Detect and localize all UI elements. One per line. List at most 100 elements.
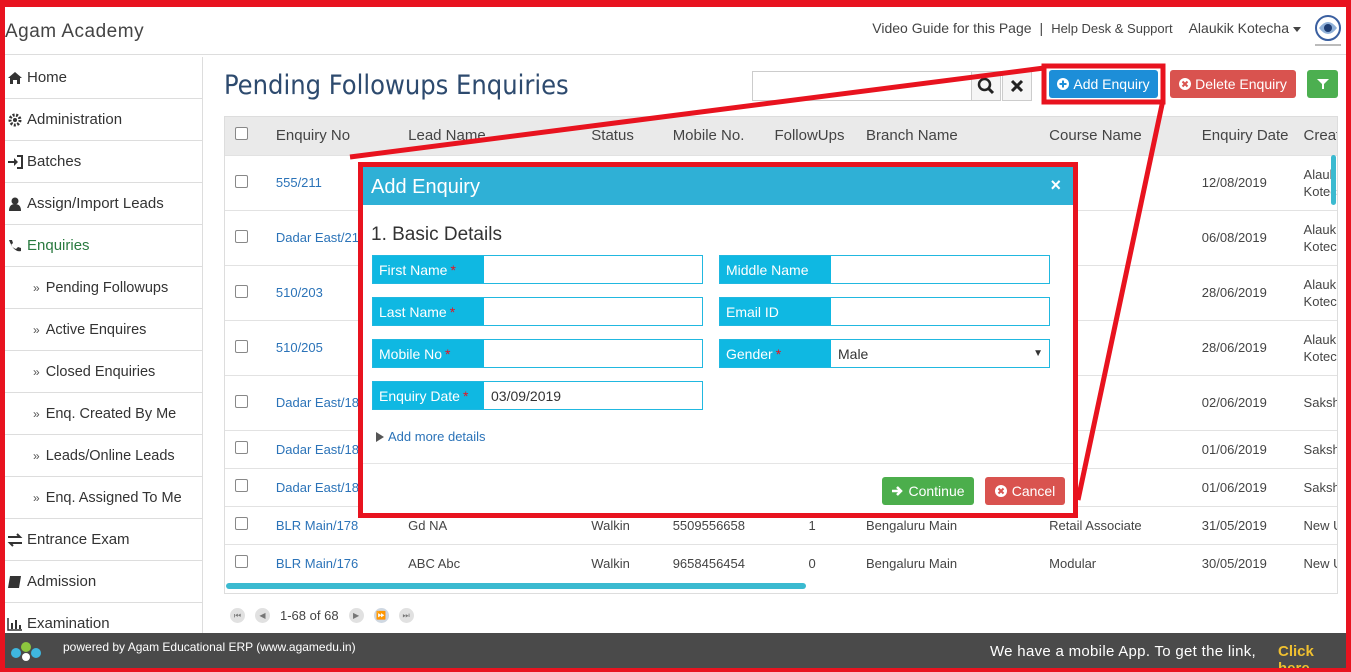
caret-right-icon	[376, 431, 384, 442]
brand-name[interactable]: Agam Academy	[5, 21, 144, 43]
enquiry-date-field[interactable]: Enquiry Date * 03/09/2019	[372, 381, 703, 410]
search-button[interactable]	[971, 71, 1001, 101]
last-name-field[interactable]: Last Name *	[372, 297, 703, 326]
sidebar-item-label: Examination	[27, 615, 110, 632]
horizontal-scrollbar[interactable]	[226, 583, 806, 589]
row-checkbox[interactable]	[235, 229, 248, 243]
sidebar-subitem-enq-created-by-me[interactable]: » Enq. Created By Me	[0, 393, 202, 435]
sidebar-item-enquiries[interactable]: Enquiries	[0, 225, 202, 267]
bar-chart-icon	[7, 617, 22, 631]
video-guide-link[interactable]: Video Guide for this Page	[872, 20, 1031, 36]
sidebar-subitem-closed-enquiries[interactable]: » Closed Enquiries	[0, 351, 202, 393]
mobile-field[interactable]: Mobile No *	[372, 339, 703, 368]
page-range: 1-68 of 68	[280, 608, 339, 623]
field-label: Email ID	[720, 298, 831, 325]
footer: powered by Agam Educational ERP (www.aga…	[0, 633, 1351, 672]
field-label: Last Name *	[373, 298, 484, 325]
column-header[interactable]: Branch Name	[866, 117, 1049, 155]
help-desk-link[interactable]: Help Desk & Support	[1051, 21, 1172, 36]
last-name-input[interactable]	[484, 298, 702, 325]
phone-icon	[9, 239, 21, 251]
sidebar-item-examination[interactable]: Examination	[0, 603, 202, 633]
sidebar-item-label: Admission	[27, 573, 97, 590]
vertical-scrollbar[interactable]	[1331, 155, 1336, 205]
sidebar-item-administration[interactable]: Administration	[0, 99, 202, 141]
column-header[interactable]: Lead Name	[408, 117, 591, 155]
enquiry-date-cell: 02/06/2019	[1201, 374, 1304, 430]
column-header[interactable]: Mobile No.	[673, 117, 775, 155]
field-label: Mobile No *	[373, 340, 484, 367]
row-checkbox[interactable]	[235, 479, 248, 492]
sidebar-item-batches[interactable]: Batches	[0, 141, 202, 183]
sidebar-subitem-leads-online-leads[interactable]: » Leads/Online Leads	[0, 435, 202, 477]
row-checkbox[interactable]	[235, 441, 248, 454]
status-cell: Walkin	[591, 543, 673, 582]
fast-forward-icon[interactable]: ⏩	[373, 608, 389, 623]
column-header[interactable]: FollowUps	[774, 117, 866, 155]
dropdown-arrow-icon: ▼	[1033, 348, 1043, 359]
click-here-link[interactable]: Click here.	[1278, 643, 1351, 672]
email-input[interactable]	[831, 298, 1049, 325]
first-name-input[interactable]	[484, 256, 702, 283]
mobile-input[interactable]	[484, 340, 702, 367]
exchange-icon	[7, 532, 23, 547]
close-icon[interactable]: ×	[1050, 175, 1061, 196]
email-field[interactable]: Email ID	[719, 297, 1050, 326]
enquiry-date-input[interactable]: 03/09/2019	[484, 382, 702, 409]
search-input[interactable]	[752, 71, 972, 101]
cancel-button[interactable]: Cancel	[985, 477, 1065, 505]
select-all-checkbox[interactable]	[235, 127, 248, 141]
row-checkbox[interactable]	[235, 394, 248, 408]
sidebar: Home Administration Batches Assign/Impor…	[0, 57, 203, 633]
table-row[interactable]: BLR Main/176 ABC Abc Walkin 9658456454 0 Beng…	[225, 543, 1337, 582]
column-header[interactable]: Enquiry Date	[1202, 117, 1304, 155]
gender-select[interactable]: Male ▼	[831, 340, 1049, 367]
first-name-field[interactable]: First Name *	[372, 255, 703, 284]
continue-button[interactable]: Continue	[882, 477, 974, 505]
row-checkbox[interactable]	[235, 339, 248, 353]
delete-enquiry-button[interactable]: Delete Enquiry	[1170, 70, 1296, 98]
first-page-icon[interactable]: ⏮	[230, 608, 245, 623]
middle-name-field[interactable]: Middle Name	[719, 255, 1050, 284]
column-header[interactable]: Course Name	[1049, 117, 1202, 155]
row-checkbox[interactable]	[235, 555, 248, 569]
checkbox-cell	[225, 319, 276, 375]
add-enquiry-button[interactable]: Add Enquiry	[1049, 70, 1158, 98]
sidebar-subitem-pending-followups[interactable]: » Pending Followups	[0, 267, 202, 309]
field-label: Enquiry Date *	[373, 382, 484, 409]
row-checkbox[interactable]	[235, 517, 248, 530]
gender-field[interactable]: Gender * Male ▼	[719, 339, 1050, 368]
mobile-app-text: We have a mobile App. To get the link,	[990, 643, 1257, 660]
created-by-cell: Sakshi Dh	[1303, 429, 1337, 468]
sidebar-subitem-active-enquires[interactable]: » Active Enquires	[0, 309, 202, 351]
enquiry-no-link[interactable]: BLR Main/176	[275, 543, 409, 582]
sidebar-item-home[interactable]: Home	[0, 57, 202, 99]
middle-name-input[interactable]	[831, 256, 1049, 283]
powered-by-text[interactable]: powered by Agam Educational ERP (www.aga…	[63, 640, 356, 654]
add-more-details-toggle[interactable]: Add more details	[376, 429, 486, 444]
column-header[interactable]: Status	[591, 117, 672, 155]
user-icon	[9, 197, 21, 211]
sidebar-item-assign-import-leads[interactable]: Assign/Import Leads	[0, 183, 202, 225]
mobile-cell: 9658456454	[672, 543, 775, 582]
search-icon	[977, 77, 995, 95]
created-by-cell: Sakshi Dh	[1303, 374, 1337, 430]
filter-button[interactable]	[1307, 70, 1338, 98]
row-checkbox[interactable]	[235, 284, 248, 298]
sidebar-item-admission[interactable]: Admission	[0, 561, 202, 603]
add-enquiry-modal: Add Enquiry × 1. Basic Details First Nam…	[358, 162, 1078, 518]
last-page-icon[interactable]: ⏭	[398, 608, 414, 623]
checkbox-cell	[225, 374, 276, 430]
row-checkbox[interactable]	[235, 174, 248, 188]
next-page-icon[interactable]: ▶	[348, 608, 364, 623]
double-chevron-icon: »	[33, 490, 40, 505]
clear-search-button[interactable]	[1002, 71, 1032, 101]
enquiry-date-cell: 01/06/2019	[1201, 429, 1304, 468]
sidebar-item-entrance-exam[interactable]: Entrance Exam	[0, 519, 202, 561]
created-by-cell: Sakshi Dh	[1303, 467, 1337, 506]
sidebar-subitem-enq-assigned-to-me[interactable]: » Enq. Assigned To Me	[0, 477, 202, 519]
prev-page-icon[interactable]: ◀	[255, 608, 270, 623]
user-menu[interactable]: Alaukik Kotecha	[1189, 20, 1301, 36]
column-header[interactable]: Enquiry No	[276, 117, 408, 155]
column-header[interactable]: Created	[1304, 117, 1337, 155]
